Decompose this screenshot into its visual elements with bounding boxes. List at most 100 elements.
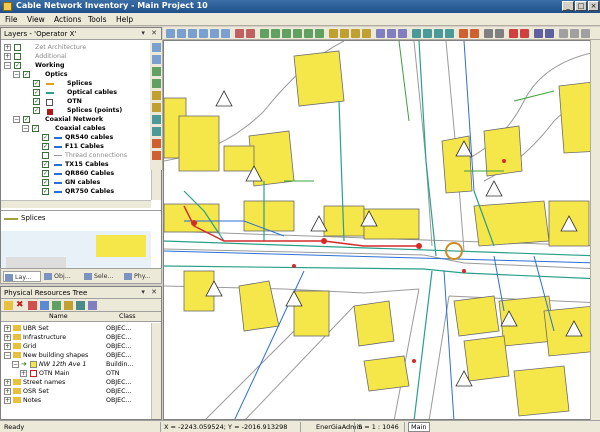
connect-icon[interactable] <box>152 139 161 148</box>
layer-item[interactable]: Thread connections <box>65 151 127 160</box>
menu-tools[interactable]: Tools <box>88 15 106 24</box>
expand-toggle[interactable]: − <box>4 62 11 69</box>
expand-toggle[interactable]: + <box>20 370 27 377</box>
report-icon[interactable] <box>445 29 454 38</box>
warning-icon[interactable] <box>28 301 37 310</box>
menu-file[interactable]: File <box>5 15 18 24</box>
menu-actions[interactable]: Actions <box>54 15 81 24</box>
layer-checkbox[interactable]: ✓ <box>14 62 21 69</box>
draw-line-icon[interactable] <box>260 29 269 38</box>
tree-row[interactable]: + OSR Set OBJEC... <box>1 387 151 396</box>
map-canvas[interactable] <box>163 40 600 420</box>
layer-item[interactable]: Optics <box>45 70 68 79</box>
select-icon[interactable] <box>152 55 161 64</box>
settings-icon[interactable] <box>484 29 493 38</box>
layer-item[interactable]: QR540 cables <box>65 133 113 142</box>
toolbar-option-icon[interactable] <box>559 29 568 38</box>
draw-point-icon[interactable] <box>271 29 280 38</box>
print-icon[interactable] <box>376 29 385 38</box>
layer-checkbox[interactable]: ✓ <box>23 71 30 78</box>
expand-toggle[interactable]: + <box>4 44 11 51</box>
panel-pin-close-icons[interactable]: ▾ ✕ <box>141 29 159 37</box>
tree-row[interactable]: + Notes OBJEC... <box>1 396 151 405</box>
map-drawing[interactable] <box>164 41 600 420</box>
column-class[interactable]: Class <box>119 313 136 320</box>
point-icon[interactable] <box>152 79 161 88</box>
pointer-icon[interactable] <box>152 43 161 52</box>
expand-toggle[interactable]: + <box>4 343 11 350</box>
layer-checkbox[interactable]: ✓ <box>42 161 49 168</box>
move-icon[interactable] <box>351 29 360 38</box>
stop-icon[interactable] <box>470 29 479 38</box>
edit-vertex-icon[interactable] <box>293 29 302 38</box>
dimension-icon[interactable] <box>152 127 161 136</box>
expand-toggle[interactable]: − <box>22 125 29 132</box>
select-tool-icon[interactable] <box>166 29 175 38</box>
layer-item[interactable]: OTN <box>67 97 82 106</box>
layer-item[interactable]: GN cables <box>65 178 100 187</box>
help-icon[interactable] <box>534 29 543 38</box>
layer-checkbox[interactable]: ✓ <box>32 125 39 132</box>
layer-item[interactable]: Additional <box>35 52 67 61</box>
circle-icon[interactable] <box>152 103 161 112</box>
layer-checkbox[interactable]: ✓ <box>42 179 49 186</box>
zoom-in-icon[interactable] <box>188 29 197 38</box>
new-icon[interactable] <box>4 301 13 310</box>
layer-item[interactable]: Optical cables <box>67 88 117 97</box>
text-icon[interactable] <box>152 115 161 124</box>
expand-toggle[interactable]: + <box>4 388 11 395</box>
identify-icon[interactable] <box>246 29 255 38</box>
pan-icon[interactable] <box>177 29 186 38</box>
layer-checkbox[interactable]: ✓ <box>33 98 40 105</box>
expand-toggle[interactable]: + <box>4 334 11 341</box>
tree-row[interactable]: + Infrastructure OBJEC... <box>1 333 151 342</box>
layer-checkbox[interactable]: ✓ <box>42 188 49 195</box>
map-icon[interactable] <box>76 301 85 310</box>
layer-item[interactable]: Zet Architecture <box>35 43 86 52</box>
tab-layers[interactable]: Lay... <box>3 271 41 282</box>
properties-icon[interactable] <box>40 301 49 310</box>
close-button[interactable]: × <box>588 1 599 11</box>
layer-checkbox[interactable]: ✓ <box>23 116 30 123</box>
options-icon[interactable] <box>495 29 504 38</box>
tab-objects[interactable]: Obj... <box>43 271 81 282</box>
layer-item[interactable]: Working <box>35 61 65 70</box>
layer-item[interactable]: TX15 Cables <box>65 160 109 169</box>
toolbar-option-icon[interactable] <box>581 29 590 38</box>
shape-icon[interactable] <box>152 91 161 100</box>
zoom-window-icon[interactable] <box>210 29 219 38</box>
layer-checkbox[interactable]: ✓ <box>42 170 49 177</box>
layers-hscrollbar[interactable] <box>1 200 151 208</box>
expand-toggle[interactable]: − <box>13 71 20 78</box>
map-vertical-scrollbar[interactable] <box>590 40 600 420</box>
resources-scrollbar[interactable] <box>151 323 161 419</box>
export-icon[interactable] <box>387 29 396 38</box>
column-name[interactable]: Name <box>49 313 68 320</box>
rotate-icon[interactable] <box>340 29 349 38</box>
tree-row[interactable]: + UBR Set OBJEC... <box>1 324 151 333</box>
layer-item[interactable]: Coaxial cables <box>55 124 106 133</box>
expand-toggle[interactable]: − <box>13 116 20 123</box>
network-trace-icon[interactable] <box>423 29 432 38</box>
layer-checkbox[interactable]: ✓ <box>33 107 40 114</box>
split-icon[interactable] <box>304 29 313 38</box>
layer-item[interactable]: QR750 Cables <box>65 187 114 196</box>
layer-item[interactable]: Splices <box>67 79 92 88</box>
layer-checkbox[interactable]: ✓ <box>42 143 49 150</box>
expand-toggle[interactable]: + <box>4 53 11 60</box>
tree-row[interactable]: + OTN Main OTN <box>1 369 151 378</box>
tree-row[interactable]: − ➔ NW 12th Ave 1 Buildin... <box>1 360 151 369</box>
add-icon[interactable] <box>52 301 61 310</box>
menu-help[interactable]: Help <box>116 15 133 24</box>
cable-trace-icon[interactable] <box>412 29 421 38</box>
merge-icon[interactable] <box>315 29 324 38</box>
layer-checkbox[interactable] <box>14 44 21 51</box>
draw-polygon-icon[interactable] <box>282 29 291 38</box>
expand-toggle[interactable]: + <box>4 397 11 404</box>
minimize-button[interactable]: _ <box>562 1 574 11</box>
maximize-button[interactable]: □ <box>575 1 587 11</box>
tab-selection[interactable]: Sele... <box>83 271 121 282</box>
tree-row[interactable]: + Grid OBJEC... <box>1 342 151 351</box>
menu-view[interactable]: View <box>27 15 45 24</box>
layer-checkbox[interactable]: ✓ <box>33 89 40 96</box>
